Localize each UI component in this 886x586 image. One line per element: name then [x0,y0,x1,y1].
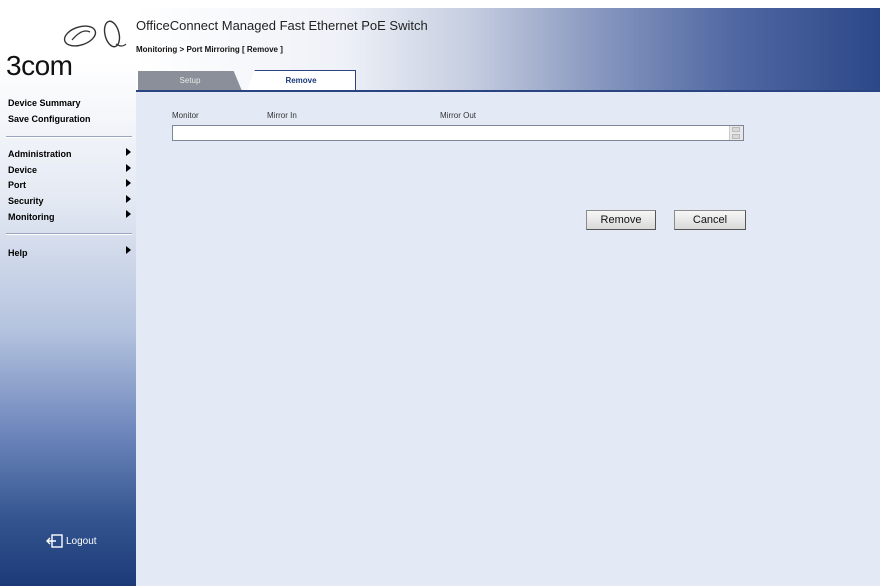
remove-button[interactable]: Remove [586,210,656,230]
chevron-right-icon [126,164,131,172]
logout-link[interactable]: Logout [46,534,97,548]
chevron-right-icon [126,179,131,187]
nav-device[interactable]: Device [8,165,37,175]
chevron-right-icon [126,210,131,218]
chevron-right-icon [126,148,131,156]
nav-device-summary[interactable]: Device Summary [8,98,81,108]
nav-help[interactable]: Help [8,248,28,258]
brand-logo: 3com [6,18,132,96]
logout-icon [46,534,63,548]
nav-administration[interactable]: Administration [8,149,72,159]
main-content: Monitor Mirror In Mirror Out Remove Canc… [136,92,880,586]
chevron-right-icon [126,246,131,254]
breadcrumb: Monitoring > Port Mirroring [ Remove ] [136,45,283,54]
brand-name: 3com [6,50,73,81]
nav-port[interactable]: Port [8,180,26,190]
cancel-button[interactable]: Cancel [674,210,746,230]
scroll-up-icon[interactable] [732,127,740,132]
logout-label: Logout [66,535,97,547]
sidebar-divider [6,136,132,138]
listbox-scrollbar[interactable] [729,126,743,140]
app-title: OfficeConnect Managed Fast Ethernet PoE … [136,18,428,33]
sidebar-divider [6,233,132,235]
header: OfficeConnect Managed Fast Ethernet PoE … [136,8,880,93]
tab-setup[interactable]: Setup [138,71,242,91]
scroll-down-icon[interactable] [732,134,740,139]
column-header-mirror-out: Mirror Out [440,111,476,120]
nav-security[interactable]: Security [8,196,44,206]
column-header-monitor: Monitor [172,111,199,120]
column-header-mirror-in: Mirror In [267,111,297,120]
nav-monitoring[interactable]: Monitoring [8,212,55,222]
3com-swirl-icon [63,20,127,48]
chevron-right-icon [126,195,131,203]
sidebar: 3com Device Summary Save Configuration A… [0,0,136,586]
mirror-session-listbox[interactable] [172,125,744,141]
nav-save-configuration[interactable]: Save Configuration [8,114,91,124]
